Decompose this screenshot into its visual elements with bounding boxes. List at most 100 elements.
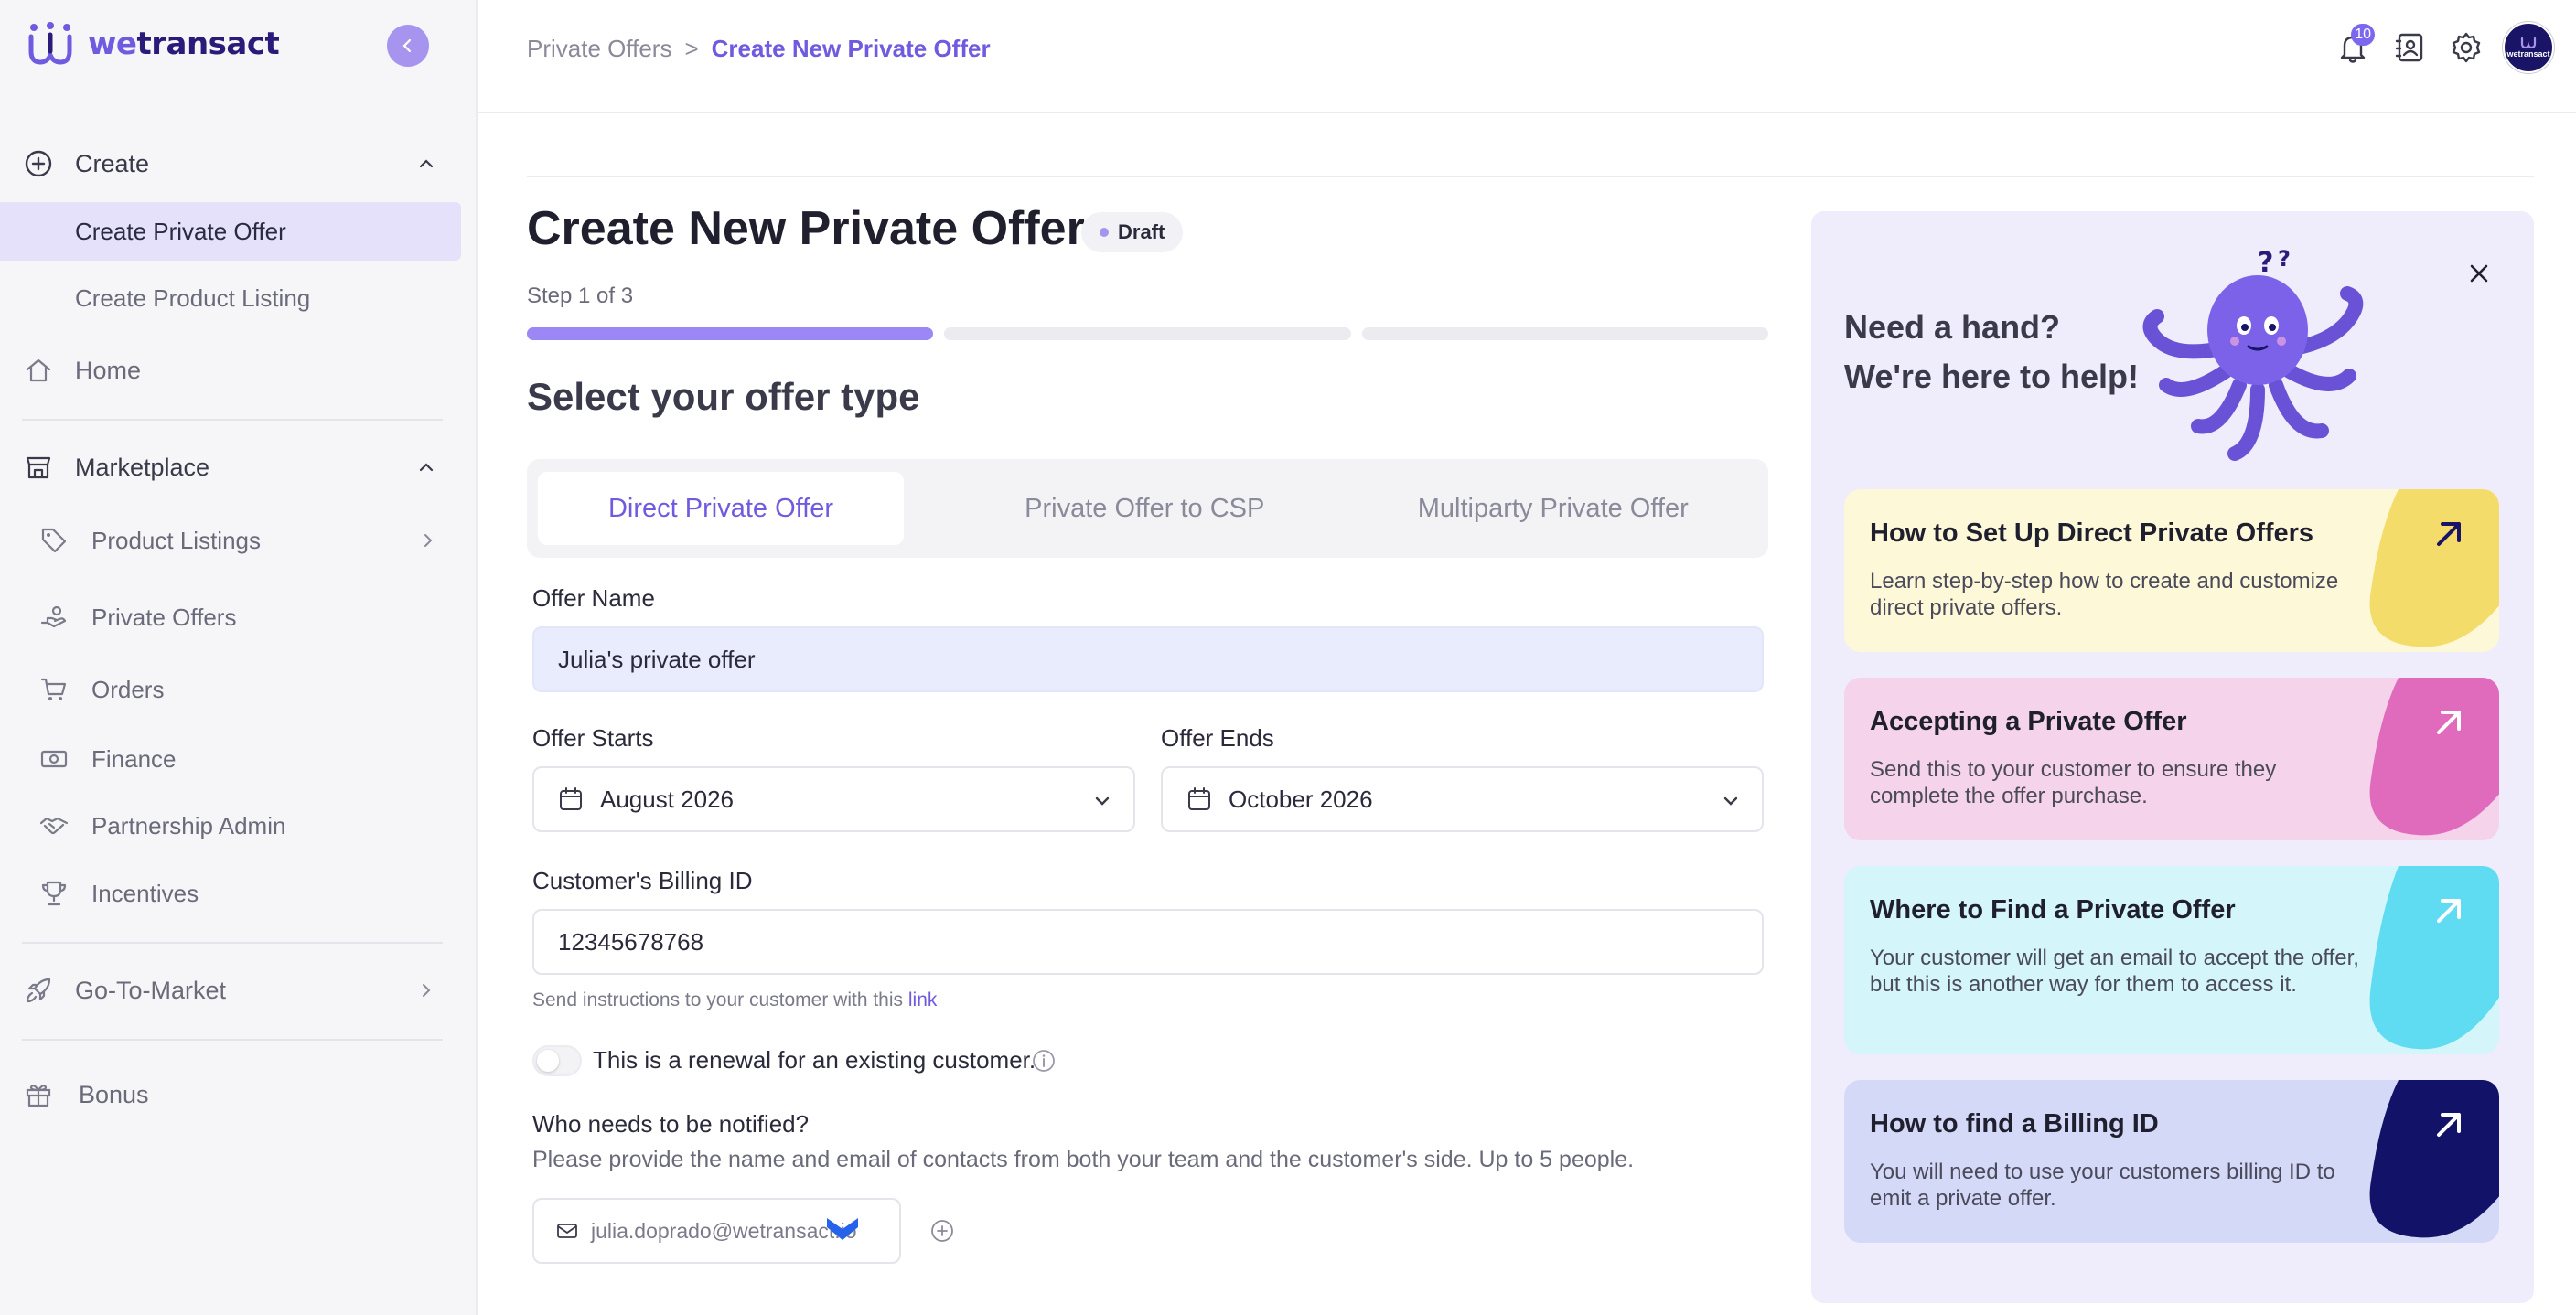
help-card-find-offer[interactable]: Where to Find a Private Offer Your custo… [1844, 866, 2499, 1054]
help-title: Need a hand? We're here to help! [1844, 308, 2139, 395]
offer-ends-label: Offer Ends [1161, 724, 1274, 752]
octopus-mascot-icon: ? ? [2142, 246, 2364, 461]
toggle-knob [537, 1050, 559, 1072]
tab-multiparty-private-offer[interactable]: Multiparty Private Offer [1349, 472, 1758, 545]
sidebar-item-finance[interactable]: Finance [37, 734, 439, 784]
sidebar-section-create[interactable]: Create [22, 139, 443, 188]
help-card-direct-offers[interactable]: How to Set Up Direct Private Offers Lear… [1844, 489, 2499, 652]
help-card-description: Learn step-by-step how to create and cus… [1870, 569, 2339, 620]
tab-private-offer-to-csp[interactable]: Private Offer to CSP [940, 472, 1349, 545]
sidebar: wetransact Create Create Private Offer C… [0, 0, 478, 1315]
main-divider [527, 176, 2534, 177]
chevron-up-icon [419, 463, 434, 472]
sidebar-item-incentives[interactable]: Incentives [37, 869, 439, 918]
sidebar-item-home[interactable]: Home [22, 346, 443, 395]
sidebar-item-go-to-market[interactable]: Go-To-Market [22, 966, 443, 1015]
step-indicator: Step 1 of 3 [527, 283, 634, 308]
help-card-title: How to Set Up Direct Private Offers [1870, 519, 2314, 548]
sidebar-divider [22, 942, 443, 944]
sidebar-item-private-offers[interactable]: Private Offers [37, 593, 439, 642]
plus-circle-icon [22, 147, 55, 180]
breadcrumb: Private Offers > Create New Private Offe… [527, 35, 991, 63]
mail-icon [557, 1224, 577, 1238]
avatar[interactable]: wetransact [2503, 22, 2554, 73]
logo-text: wetransact [88, 26, 280, 62]
help-card-title: How to find a Billing ID [1870, 1109, 2159, 1139]
progress-segment [527, 327, 934, 340]
offer-ends-select[interactable]: October 2026 [1161, 766, 1764, 832]
calendar-icon [560, 787, 582, 810]
help-card-title: Where to Find a Private Offer [1870, 895, 2236, 925]
add-contact-icon[interactable] [929, 1218, 955, 1244]
sidebar-item-bonus[interactable]: Bonus [22, 1070, 443, 1119]
help-card-description: You will need to use your customers bill… [1870, 1160, 2335, 1211]
sidebar-item-orders[interactable]: Orders [37, 665, 439, 714]
offer-name-input[interactable]: Julia's private offer [532, 626, 1764, 692]
chevron-up-icon [419, 159, 434, 168]
settings-button[interactable] [2446, 27, 2486, 68]
breadcrumb-separator: > [684, 35, 699, 62]
section-title: Select your offer type [527, 375, 920, 418]
calendar-icon [1188, 787, 1210, 810]
handshake-icon [37, 808, 71, 843]
sidebar-item-create-private-offer[interactable]: Create Private Offer [0, 202, 461, 261]
chevron-right-icon [423, 984, 431, 997]
offer-starts-label: Offer Starts [532, 724, 654, 752]
logo-mark-icon [28, 22, 72, 65]
collapse-sidebar-button[interactable] [387, 25, 429, 67]
sidebar-section-label: Create [75, 149, 150, 177]
external-arrow-icon [2437, 711, 2461, 734]
chevron-down-icon [1723, 796, 1738, 806]
renewal-toggle[interactable] [532, 1045, 582, 1076]
billing-id-label: Customer's Billing ID [532, 867, 753, 894]
progress-segment [1361, 327, 1768, 340]
rocket-icon [22, 974, 55, 1007]
home-icon [22, 354, 55, 387]
breadcrumb-current: Create New Private Offer [711, 35, 991, 62]
sidebar-item-product-listings[interactable]: Product Listings [37, 516, 439, 565]
notification-badge: 10 [2351, 24, 2375, 46]
step-progress-bar [527, 327, 1768, 340]
contact-book-icon [2395, 33, 2423, 62]
notifications-button[interactable]: 10 [2333, 24, 2375, 68]
external-arrow-icon [2437, 522, 2461, 546]
help-card-billing-id[interactable]: How to find a Billing ID You will need t… [1844, 1080, 2499, 1243]
sidebar-divider [22, 1039, 443, 1041]
chevron-down-icon [1095, 796, 1110, 806]
notify-description: Please provide the name and email of con… [532, 1147, 1635, 1172]
sidebar-item-create-product-listing[interactable]: Create Product Listing [0, 269, 461, 327]
offer-starts-select[interactable]: August 2026 [532, 766, 1135, 832]
breadcrumb-private-offers[interactable]: Private Offers [527, 35, 671, 63]
close-icon[interactable] [2464, 259, 2494, 288]
contacts-button[interactable] [2389, 27, 2430, 68]
help-card-accepting-offer[interactable]: Accepting a Private Offer Send this to y… [1844, 678, 2499, 840]
info-icon[interactable] [1032, 1049, 1056, 1073]
help-card-description: Your customer will get an email to accep… [1870, 946, 2359, 997]
top-icons: 10 wetransact [2333, 22, 2554, 73]
chevron-left-icon [402, 38, 412, 53]
help-panel: Need a hand? We're here to help! ? ? How… [1811, 211, 2534, 1303]
status-badge: Draft [1081, 212, 1184, 252]
svg-text:?: ? [2258, 247, 2273, 279]
offer-type-tabs: Direct Private Offer Private Offer to CS… [527, 459, 1768, 558]
store-icon [22, 451, 55, 484]
hand-offer-icon [37, 600, 71, 635]
logo[interactable]: wetransact [26, 22, 280, 66]
svg-text:?: ? [2278, 246, 2291, 272]
notify-title: Who needs to be notified? [532, 1110, 810, 1138]
chevron-right-icon [424, 534, 433, 547]
billing-helper-text: Send instructions to your customer with … [532, 989, 938, 1010]
tab-direct-private-offer[interactable]: Direct Private Offer [538, 472, 904, 545]
trophy-icon [37, 876, 71, 911]
instructions-link[interactable]: link [908, 989, 938, 1010]
external-arrow-icon [2437, 1113, 2461, 1137]
gear-icon [2452, 32, 2481, 63]
page-title: Create New Private Offer [527, 202, 1085, 255]
top-bar: Private Offers > Create New Private Offe… [478, 0, 2576, 113]
sidebar-item-partnership-admin[interactable]: Partnership Admin [37, 801, 439, 850]
billing-id-input[interactable]: 12345678768 [532, 909, 1764, 975]
offer-name-label: Offer Name [532, 584, 655, 612]
avatar-logo-icon [2520, 37, 2537, 49]
cart-icon [37, 672, 71, 707]
sidebar-section-marketplace[interactable]: Marketplace [22, 443, 443, 492]
